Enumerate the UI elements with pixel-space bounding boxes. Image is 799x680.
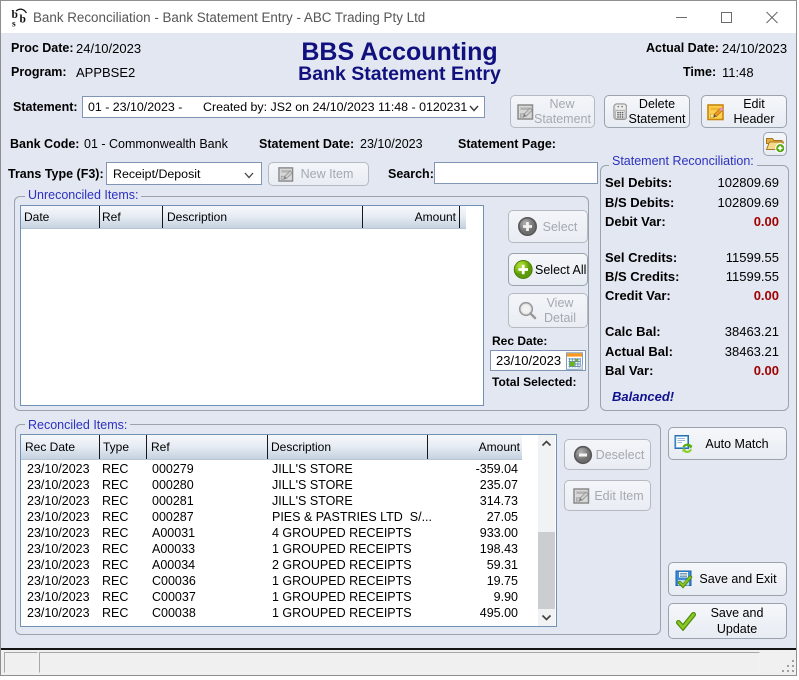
svg-text:b: b bbox=[20, 14, 26, 26]
svg-text:s: s bbox=[12, 20, 16, 28]
